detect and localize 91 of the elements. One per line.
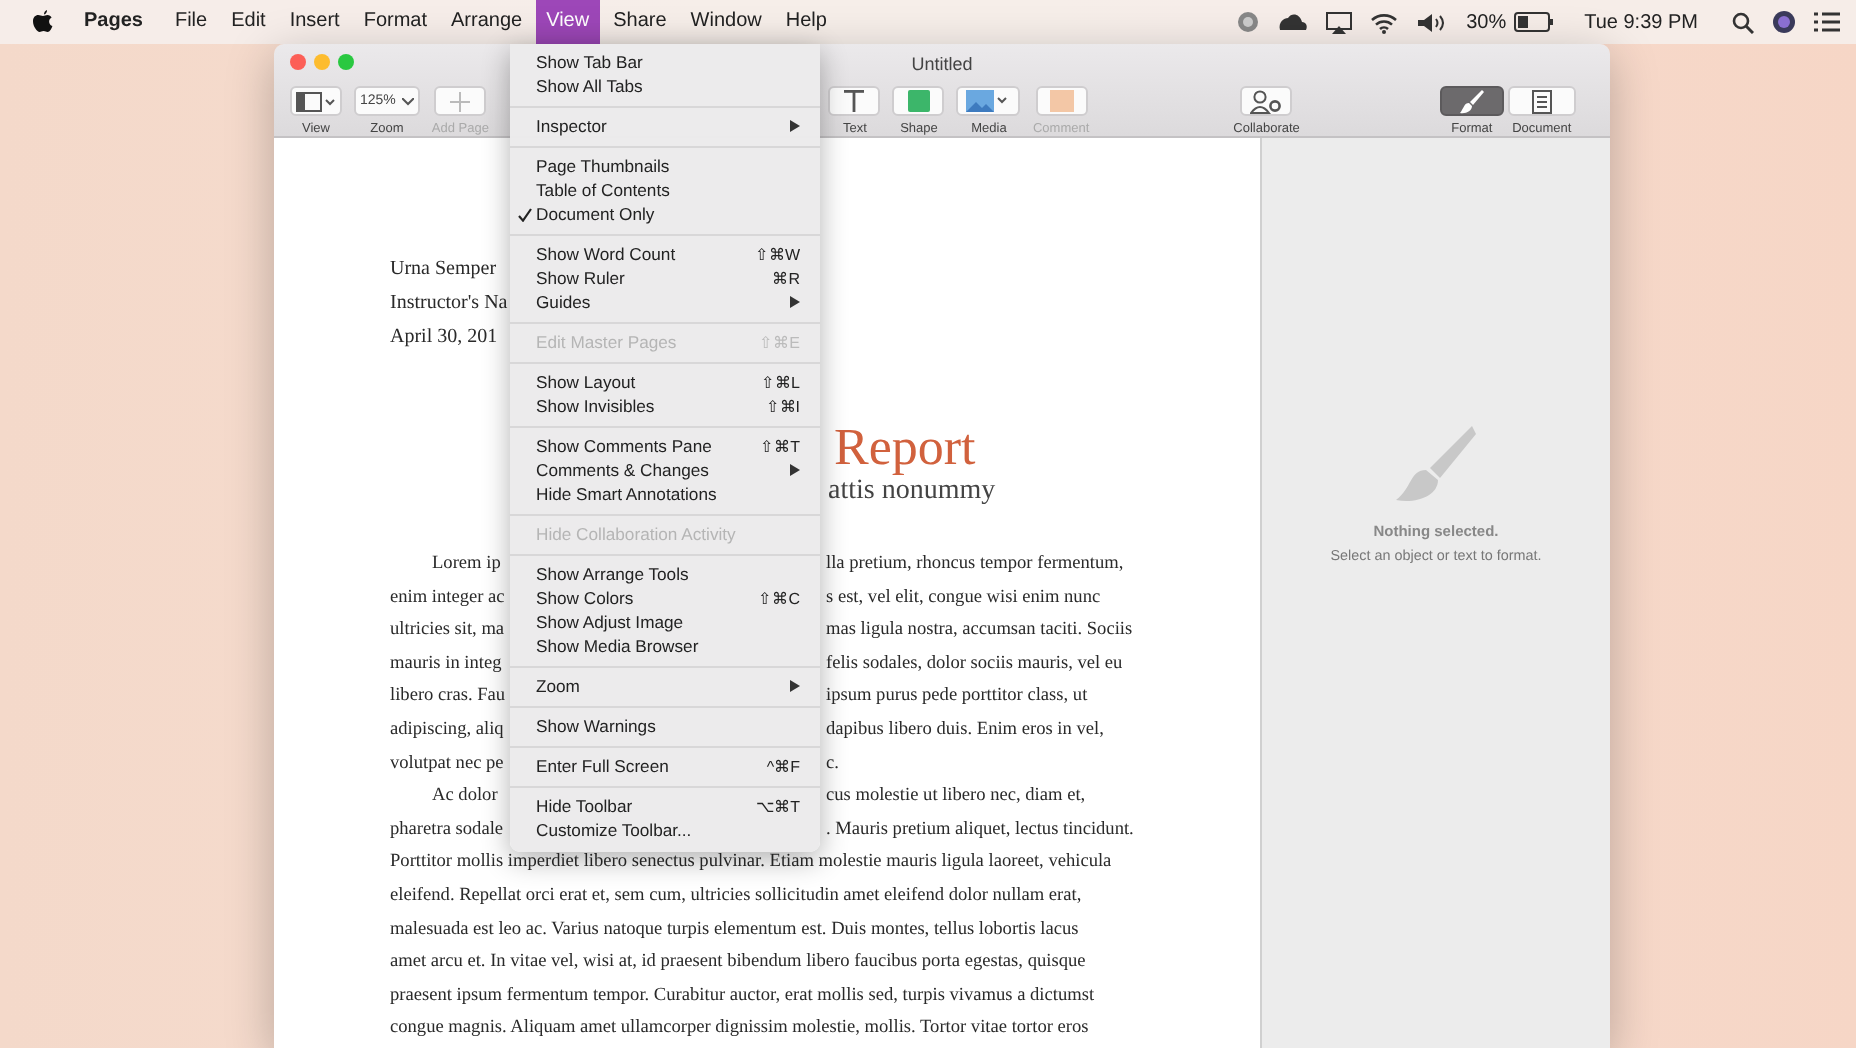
menu-item[interactable]: Comments & Changes [510, 458, 820, 482]
menu-bar-item[interactable]: Pages [74, 0, 153, 44]
image-icon [966, 90, 1011, 112]
header-line: Instructor's Na [390, 290, 508, 318]
body-text-fragment: mauris in integ [390, 653, 502, 674]
menu-item[interactable]: Show All Tabs [510, 74, 820, 98]
menu-item[interactable]: Customize Toolbar... [510, 818, 820, 842]
menu-item[interactable]: Show Media Browser [510, 634, 820, 658]
volume-icon[interactable] [1416, 11, 1449, 33]
body-text-fragment: volutpat nec pe [390, 753, 504, 774]
menu-item[interactable]: Hide Toolbar ⌥⌘T [510, 794, 820, 818]
menu-item[interactable]: Show Word Count ⇧⌘W [510, 242, 820, 266]
menu-item[interactable]: Show Invisibles ⇧⌘I [510, 394, 820, 418]
body-text-line: Porttitor mollis imperdiet libero senectus pulvinar. Etiam molestie mauris ligula laoreet, vehicula [390, 850, 1112, 877]
page-icon [1531, 89, 1552, 113]
menu-item[interactable]: Show Comments Pane ⇧⌘T [510, 434, 820, 458]
body-text-fragment: c. [826, 751, 839, 778]
menu-item[interactable]: Show Layout ⇧⌘L [510, 370, 820, 394]
document-subtitle: attis nonummy [828, 476, 998, 508]
menu-bar-item[interactable]: View [536, 0, 600, 44]
list-icon[interactable] [1814, 12, 1840, 32]
submenu-arrow-icon [790, 680, 800, 692]
menu-item[interactable]: Show Colors ⇧⌘C [510, 586, 820, 610]
battery-percent: 30% [1466, 11, 1507, 33]
submenu-arrow-icon [790, 296, 800, 308]
header-line: Urna Semper [390, 256, 497, 284]
plus-icon [450, 91, 471, 111]
body-text-fragment: s est, vel elit, congue wisi enim nunc [826, 585, 1101, 612]
menu-bar-item[interactable]: Arrange [441, 0, 533, 44]
menu-bar-item[interactable]: Share [603, 0, 677, 44]
submenu-arrow-icon [790, 120, 800, 132]
person-icon [1250, 89, 1283, 113]
wifi-icon[interactable] [1370, 11, 1399, 33]
menu-item[interactable]: Page Thumbnails [510, 154, 820, 178]
airplay-icon[interactable] [1326, 11, 1353, 33]
body-text-fragment: . Mauris pretium aliquet, lectus tincidunt. [826, 817, 1134, 844]
menu-item[interactable]: Show Warnings [510, 714, 820, 738]
body-text-fragment: enim integer ac [390, 587, 505, 608]
window-title: Untitled [911, 52, 973, 78]
body-text-line: praesent ipsum fermentum tempor. Curabitur auctor, erat mollis sed, turpis vivamus a dictumst [390, 983, 1095, 1010]
body-text-fragment: ipsum purus pede porttitor class, ut [826, 684, 1088, 711]
body-text-fragment: Lorem ip [432, 554, 501, 574]
menu-item[interactable]: Inspector [510, 114, 820, 138]
body-text-line: malesuada est leo ac. Varius natoque turpis elementum est. Duis montes, tellus lobortis lacus [390, 917, 1079, 944]
menu-bar-item[interactable]: Window [680, 0, 772, 44]
body-text-line: congue magnis. Aliquam amet ullamcorper dignissim molestie, mollis. Tortor vitae tortor eros [390, 1016, 1089, 1043]
apple-icon[interactable] [32, 10, 54, 34]
menu-item[interactable]: Zoom [510, 674, 820, 698]
body-text-fragment: ultricies sit, ma [390, 620, 505, 641]
menu-item[interactable]: Show Arrange Tools [510, 562, 820, 586]
assistant-icon[interactable] [1772, 10, 1796, 34]
menu-item[interactable]: Show Tab Bar [510, 50, 820, 74]
menu-item[interactable]: Show Adjust Image [510, 610, 820, 634]
body-text-fragment: lla pretium, rhoncus tempor fermentum, [826, 552, 1124, 578]
text-icon [844, 90, 865, 112]
body-text-fragment: pharetra sodale [390, 819, 504, 840]
document-title: Report [834, 420, 978, 476]
body-text-fragment: dapibus libero duis. Enim eros in vel, [826, 717, 1104, 744]
chevron-icon [401, 97, 414, 105]
header-line: April 30, 201 [390, 324, 498, 352]
body-text-fragment: adipiscing, aliq [390, 719, 504, 740]
menu-bar-item[interactable]: File [164, 0, 218, 44]
cloud-icon[interactable] [1278, 12, 1309, 32]
menu-item[interactable]: Hide Smart Annotations [510, 482, 820, 506]
battery-icon[interactable] [1514, 12, 1555, 32]
body-text-fragment: libero cras. Fau [390, 686, 506, 707]
menu-item[interactable]: Table of Contents [510, 178, 820, 202]
note-icon [1049, 90, 1074, 112]
square-icon [907, 90, 930, 112]
menu-bar-item[interactable]: Help [775, 0, 837, 44]
submenu-arrow-icon [790, 464, 800, 476]
checkmark-icon [518, 208, 532, 222]
sidebar-icon [296, 91, 336, 111]
menu-item[interactable]: Guides [510, 290, 820, 314]
body-text-fragment: felis sodales, dolor sociis mauris, vel eu [826, 651, 1123, 678]
body-text-fragment: Ac dolor [432, 786, 498, 807]
paintbrush-icon [1396, 422, 1476, 502]
sync-icon[interactable] [1236, 10, 1261, 34]
menu-item[interactable]: Document Only [510, 202, 820, 226]
menu-item[interactable]: Show Ruler ⌘R [510, 266, 820, 290]
paintbrush-icon [1459, 89, 1484, 113]
body-text-fragment: mas ligula nostra, accumsan taciti. Sociis [826, 618, 1133, 645]
body-text-fragment: cus molestie ut libero nec, diam et, [826, 784, 1086, 811]
menu-item[interactable]: Enter Full Screen ^⌘F [510, 754, 820, 778]
body-text-line: eleifend. Repellat orci erat et, sem cum, ultricies sollicitudin amet eleifend dolor nullam erat, [390, 883, 1082, 910]
menu-bar-item[interactable]: Format [353, 0, 438, 44]
clock[interactable]: Tue 9:39 PM [1584, 11, 1698, 33]
menu-bar-item[interactable]: Insert [279, 0, 350, 44]
search-icon[interactable] [1732, 11, 1754, 33]
menu-bar-item[interactable]: Edit [221, 0, 276, 44]
body-text-line: amet arcu et. In vitae vel, wisi at, id praesent bibendum libero faucibus porta egestas, quisque [390, 950, 1086, 977]
